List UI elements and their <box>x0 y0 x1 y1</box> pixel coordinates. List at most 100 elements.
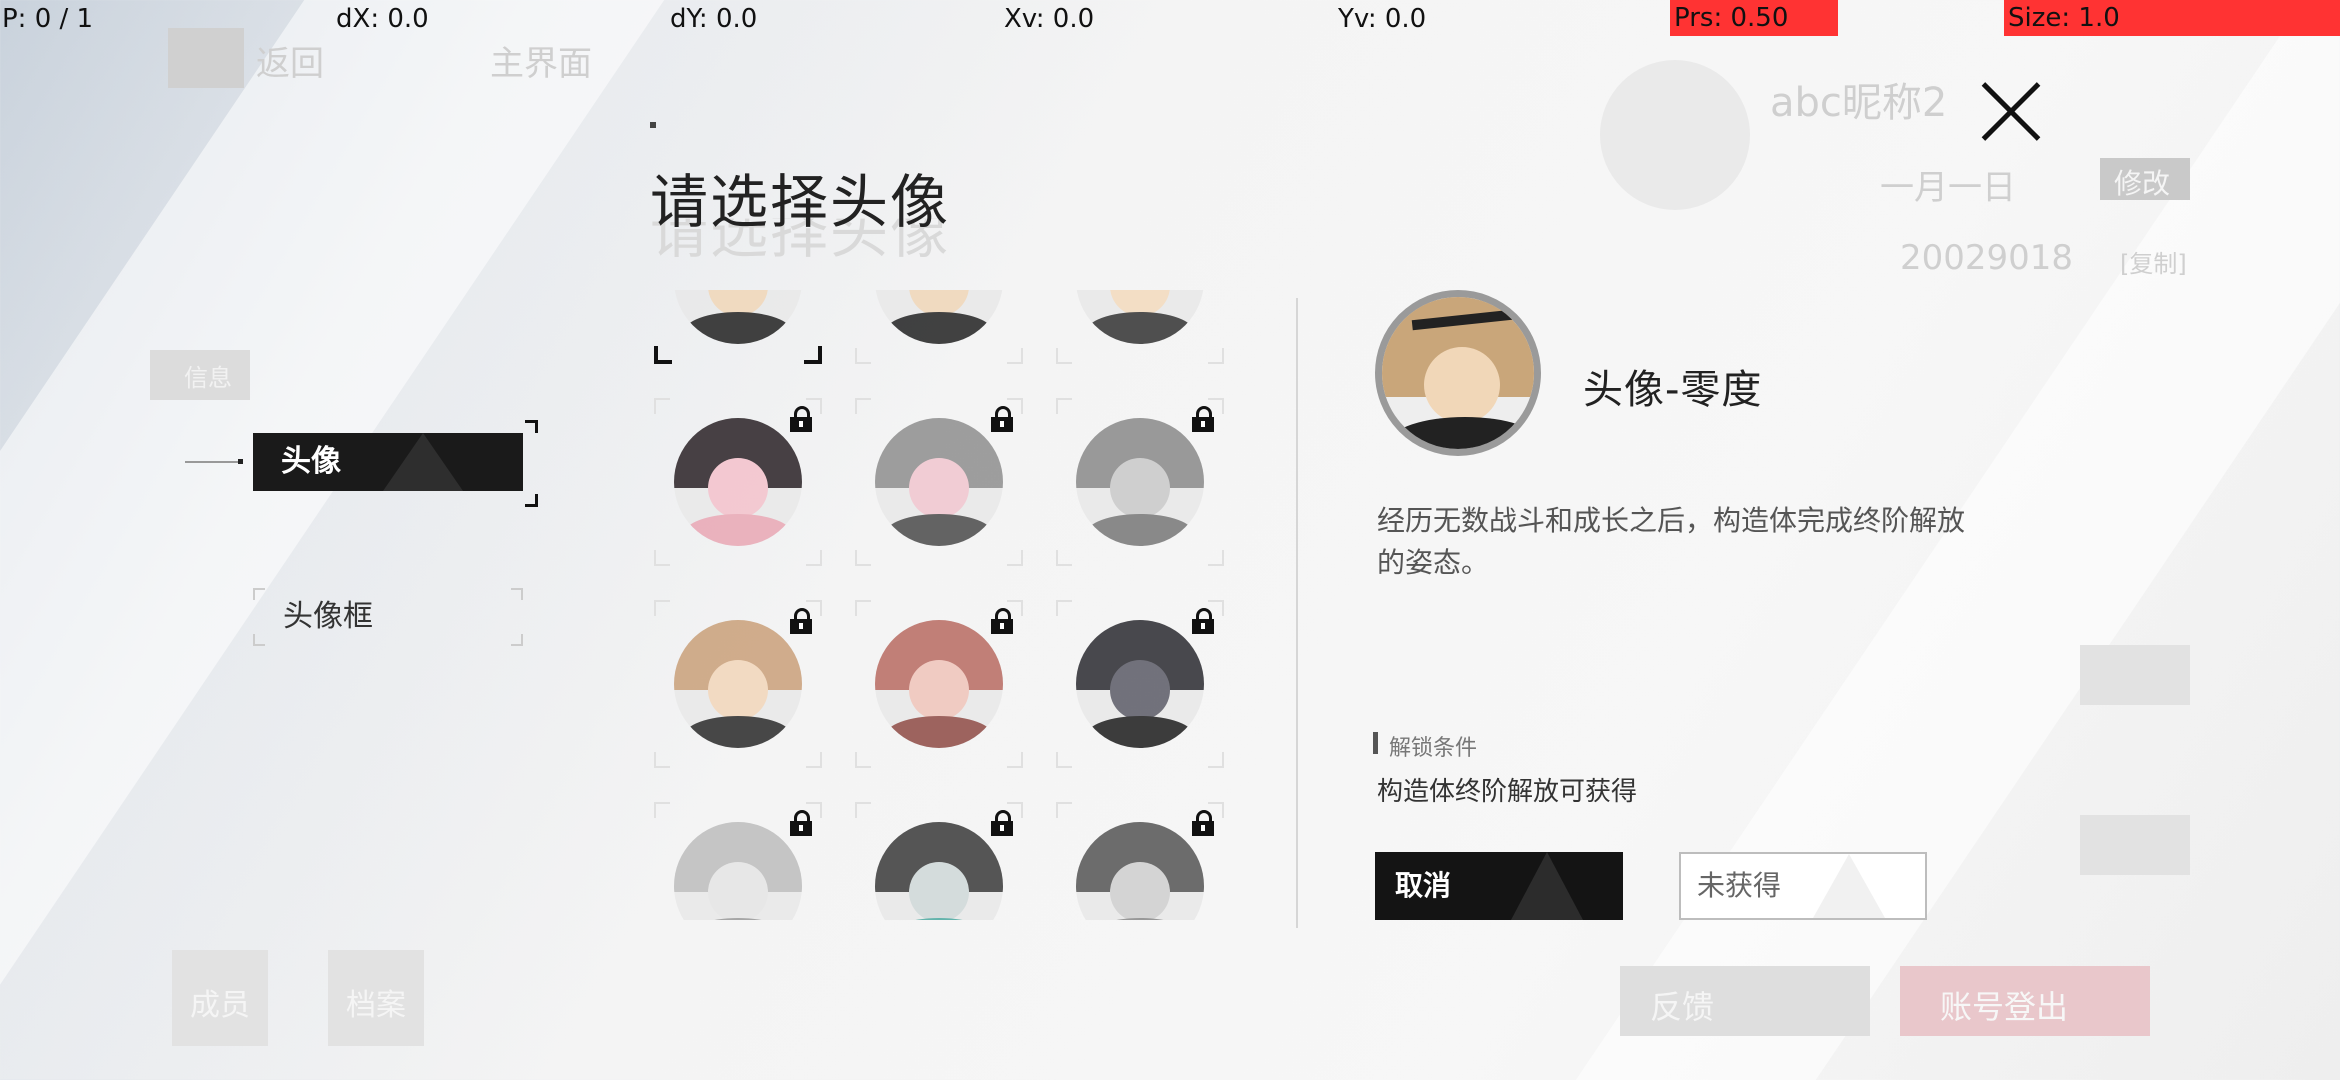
avatar-description: 经历无数战斗和成长之后，构造体完成终阶解放的姿态。 <box>1377 504 1966 579</box>
avatar-option[interactable] <box>849 392 1029 572</box>
lock-body <box>1192 821 1214 836</box>
avatar-option[interactable] <box>648 290 828 370</box>
lock-icon <box>788 406 814 432</box>
lock-body <box>1192 619 1214 634</box>
touch-size: Size: 1.0 <box>2004 0 2340 36</box>
avatar-option[interactable] <box>648 392 828 572</box>
avatar-image <box>674 822 802 920</box>
cell-corner <box>1056 348 1072 364</box>
avatar-image <box>875 822 1003 920</box>
avatar-face <box>708 660 768 720</box>
cell-corner <box>1056 802 1072 818</box>
cell-corner <box>804 346 822 364</box>
not-obtained-label: 未获得 <box>1697 869 1782 902</box>
avatar-body <box>885 312 993 344</box>
avatar-option[interactable] <box>1050 594 1228 774</box>
button-decoration <box>1511 852 1583 920</box>
cell-corner <box>806 752 822 768</box>
cell-corner <box>855 802 871 818</box>
cell-corner <box>1007 550 1023 566</box>
logout-button[interactable]: 账号登出 <box>1900 966 2150 1036</box>
avatar-body <box>1086 312 1194 344</box>
cancel-label: 取消 <box>1395 869 1452 902</box>
avatar-body <box>885 918 993 920</box>
avatar-face <box>1110 458 1170 518</box>
avatar-image <box>875 418 1003 546</box>
avatar-option[interactable] <box>1050 392 1228 572</box>
delta-y: dY: 0.0 <box>670 4 758 34</box>
avatar-face <box>708 862 768 920</box>
cell-corner <box>855 752 871 768</box>
archive-button[interactable]: 档案 <box>328 950 424 1046</box>
cell-corner <box>654 398 670 414</box>
tab-corner <box>253 634 265 646</box>
avatar-image <box>674 290 802 344</box>
tab-bracket <box>525 420 538 433</box>
velocity-y: Yv: 0.0 <box>1338 4 1427 34</box>
members-button[interactable]: 成员 <box>172 950 268 1046</box>
avatar-body <box>684 918 792 920</box>
lock-icon <box>1190 406 1216 432</box>
not-obtained-button: 未获得 <box>1679 852 1927 920</box>
avatar-option[interactable] <box>1050 796 1228 920</box>
cell-corner <box>855 348 871 364</box>
avatar-name: 头像-零度 <box>1583 367 1763 413</box>
cell-corner <box>1208 550 1224 566</box>
avatar-option[interactable] <box>1050 290 1228 370</box>
menu-connector-dot <box>238 459 243 464</box>
cell-corner <box>806 550 822 566</box>
lock-icon <box>1190 810 1216 836</box>
button-decoration <box>1813 854 1885 918</box>
lock-body <box>991 417 1013 432</box>
avatar-option[interactable] <box>849 796 1029 920</box>
avatar-image <box>674 620 802 748</box>
feedback-label: 反馈 <box>1650 988 1715 1026</box>
cell-corner <box>1056 550 1072 566</box>
lock-body <box>790 619 812 634</box>
cell-corner <box>654 550 670 566</box>
lock-icon <box>788 608 814 634</box>
avatar-grid[interactable] <box>648 290 1228 920</box>
selected-avatar-preview <box>1375 290 1541 456</box>
avatar-option[interactable] <box>648 796 828 920</box>
pointer-count: P: 0 / 1 <box>2 4 94 34</box>
tab-avatar-frame[interactable]: 头像框 <box>253 588 523 646</box>
cell-corner <box>1056 398 1072 414</box>
tab-corner <box>511 634 523 646</box>
tab-avatar[interactable]: 头像 <box>253 433 523 491</box>
lock-body <box>790 417 812 432</box>
avatar-image <box>1076 418 1204 546</box>
avatar-face <box>909 660 969 720</box>
lock-body <box>991 619 1013 634</box>
close-icon[interactable] <box>1976 76 2046 146</box>
feedback-button[interactable]: 反馈 <box>1620 966 1870 1036</box>
cell-corner <box>654 600 670 616</box>
avatar-face <box>1110 660 1170 720</box>
bg-stripe <box>0 0 665 1080</box>
panel-divider <box>1296 298 1298 928</box>
avatar-option[interactable] <box>849 290 1029 370</box>
cell-corner <box>855 398 871 414</box>
members-label: 成员 <box>190 988 250 1023</box>
avatar-face <box>708 458 768 518</box>
dialog-title: 请选择头像 <box>650 168 951 236</box>
cell-corner <box>1208 348 1224 364</box>
menu-connector-line <box>185 461 240 463</box>
unlock-title-text: 解锁条件 <box>1389 736 1478 761</box>
preview-face <box>1424 347 1500 423</box>
lock-icon <box>788 810 814 836</box>
tab-decoration <box>383 433 463 491</box>
avatar-image <box>875 290 1003 344</box>
avatar-body <box>1086 514 1194 546</box>
tab-bracket <box>525 494 538 507</box>
avatar-option[interactable] <box>648 594 828 774</box>
home-label: 主界面 <box>490 44 592 84</box>
cancel-button[interactable]: 取消 <box>1375 852 1623 920</box>
avatar-option[interactable] <box>849 594 1029 774</box>
cell-corner <box>1056 752 1072 768</box>
lock-icon <box>989 810 1015 836</box>
lock-icon <box>989 608 1015 634</box>
unlock-condition-title: 解锁条件 <box>1372 730 1478 762</box>
avatar-image <box>1076 822 1204 920</box>
tab-avatar-label: 头像 <box>281 444 341 479</box>
